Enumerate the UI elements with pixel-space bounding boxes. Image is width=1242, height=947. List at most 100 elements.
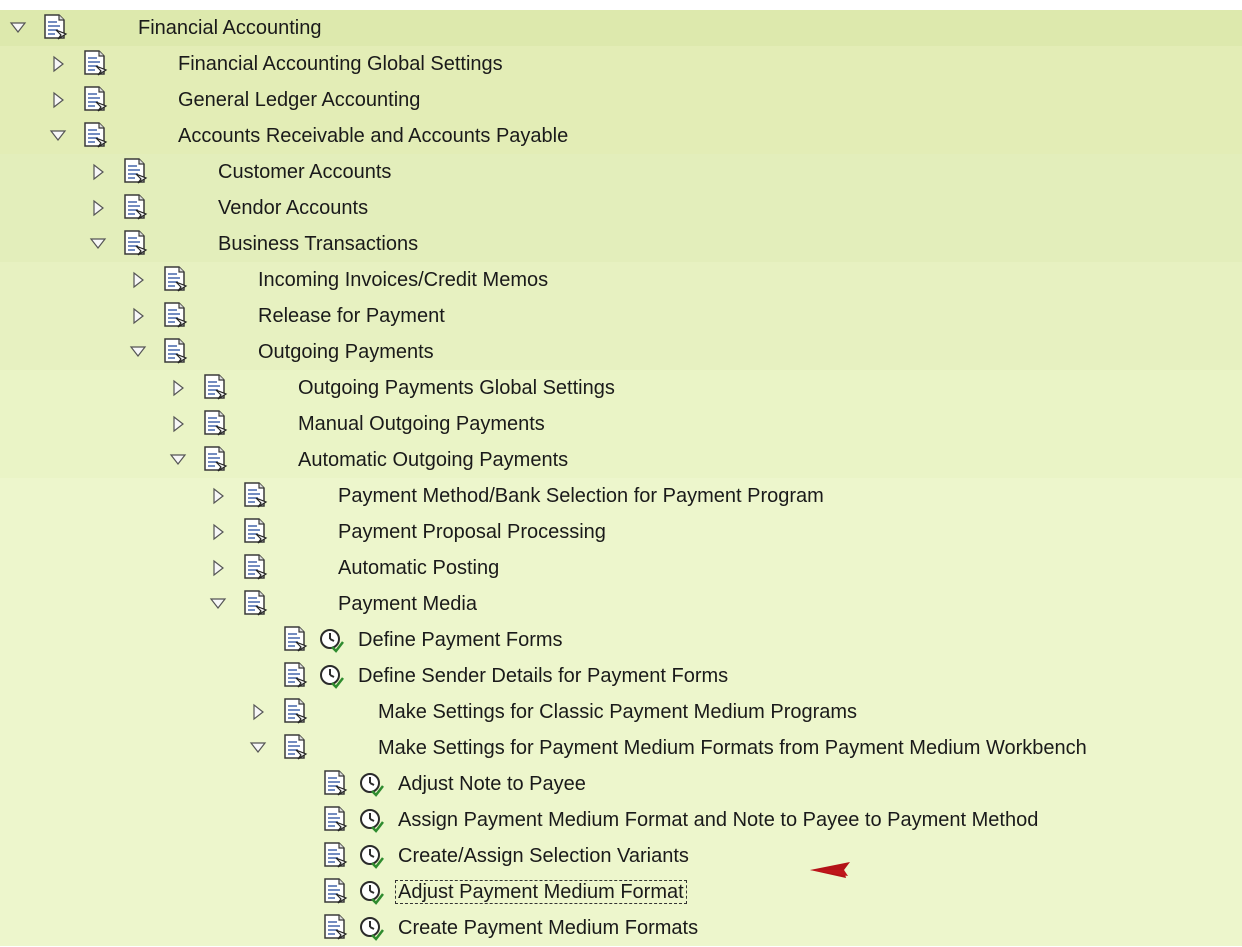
document-icon <box>82 49 112 79</box>
tree-node-label[interactable]: Payment Method/Bank Selection for Paymen… <box>336 485 826 507</box>
tree-node-label[interactable]: Manual Outgoing Payments <box>296 413 547 435</box>
tree-node-label[interactable]: Accounts Receivable and Accounts Payable <box>176 125 570 147</box>
tree-row: Outgoing Payments Global Settings <box>0 370 1242 406</box>
document-icon <box>82 121 112 151</box>
collapse-triangle-icon[interactable] <box>168 378 188 398</box>
collapse-triangle-icon[interactable] <box>48 54 68 74</box>
document-icon[interactable] <box>322 913 352 943</box>
execute-clock-icon[interactable] <box>358 807 384 833</box>
tree-node-label[interactable]: Outgoing Payments <box>256 341 436 363</box>
document-icon <box>202 373 232 403</box>
tree-row: Financial Accounting Global Settings <box>0 46 1242 82</box>
document-icon <box>242 589 272 619</box>
tree-row: Create/Assign Selection Variants <box>0 838 1242 874</box>
tree-row: Define Payment Forms <box>0 622 1242 658</box>
collapse-triangle-icon[interactable] <box>128 306 148 326</box>
collapse-triangle-icon[interactable] <box>208 522 228 542</box>
tree-node-label[interactable]: Financial Accounting Global Settings <box>176 53 505 75</box>
tree-row: Vendor Accounts <box>0 190 1242 226</box>
img-tree: Financial Accounting Financial Accounting… <box>0 10 1242 946</box>
activity-label[interactable]: Assign Payment Medium Format and Note to… <box>396 809 1040 831</box>
collapse-triangle-icon[interactable] <box>88 162 108 182</box>
document-icon <box>122 229 152 259</box>
document-icon <box>122 193 152 223</box>
document-icon <box>122 157 152 187</box>
collapse-triangle-icon[interactable] <box>248 702 268 722</box>
tree-node-label[interactable]: Automatic Outgoing Payments <box>296 449 570 471</box>
tree-node-label[interactable]: Financial Accounting <box>136 17 323 39</box>
activity-label[interactable]: Create Payment Medium Formats <box>396 917 700 939</box>
tree-row: Automatic Posting <box>0 550 1242 586</box>
expand-triangle-icon[interactable] <box>128 342 148 362</box>
tree-row: Customer Accounts <box>0 154 1242 190</box>
tree-row: Make Settings for Classic Payment Medium… <box>0 694 1242 730</box>
activity-label[interactable]: Adjust Note to Payee <box>396 773 588 795</box>
execute-clock-icon[interactable] <box>318 663 344 689</box>
activity-label[interactable]: Create/Assign Selection Variants <box>396 845 691 867</box>
expand-triangle-icon[interactable] <box>8 18 28 38</box>
tree-node-label[interactable]: Make Settings for Payment Medium Formats… <box>376 737 1089 759</box>
tree-row: Financial Accounting <box>0 10 1242 46</box>
document-icon[interactable] <box>282 625 312 655</box>
document-icon <box>162 337 192 367</box>
tree-node-label[interactable]: Vendor Accounts <box>216 197 370 219</box>
tree-row: Payment Media <box>0 586 1242 622</box>
activity-label[interactable]: Define Sender Details for Payment Forms <box>356 665 730 687</box>
document-icon[interactable] <box>282 661 312 691</box>
document-icon[interactable] <box>322 877 352 907</box>
tree-node-label[interactable]: General Ledger Accounting <box>176 89 422 111</box>
document-icon[interactable] <box>322 805 352 835</box>
tree-row: Payment Method/Bank Selection for Paymen… <box>0 478 1242 514</box>
tree-node-label[interactable]: Customer Accounts <box>216 161 393 183</box>
collapse-triangle-icon[interactable] <box>128 270 148 290</box>
tree-row: General Ledger Accounting <box>0 82 1242 118</box>
tree-row: Create Payment Medium Formats <box>0 910 1242 946</box>
execute-clock-icon[interactable] <box>358 771 384 797</box>
tree-node-label[interactable]: Incoming Invoices/Credit Memos <box>256 269 550 291</box>
document-icon <box>162 265 192 295</box>
collapse-triangle-icon[interactable] <box>48 90 68 110</box>
document-icon <box>242 517 272 547</box>
tree-row: Manual Outgoing Payments <box>0 406 1242 442</box>
execute-clock-icon[interactable] <box>358 879 384 905</box>
document-icon <box>242 553 272 583</box>
activity-label[interactable]: Define Payment Forms <box>356 629 565 651</box>
document-icon <box>202 409 232 439</box>
collapse-triangle-icon[interactable] <box>168 414 188 434</box>
tree-row: Payment Proposal Processing <box>0 514 1242 550</box>
execute-clock-icon[interactable] <box>318 627 344 653</box>
document-icon <box>242 481 272 511</box>
expand-triangle-icon[interactable] <box>248 738 268 758</box>
document-icon[interactable] <box>322 769 352 799</box>
tree-row: Adjust Note to Payee <box>0 766 1242 802</box>
annotation-arrow <box>810 862 1025 879</box>
collapse-triangle-icon[interactable] <box>208 558 228 578</box>
selected-activity-label[interactable]: Adjust Payment Medium Format <box>395 880 687 904</box>
tree-row: Automatic Outgoing Payments <box>0 442 1242 478</box>
collapse-triangle-icon[interactable] <box>88 198 108 218</box>
document-icon <box>82 85 112 115</box>
expand-triangle-icon[interactable] <box>208 594 228 614</box>
tree-node-label[interactable]: Make Settings for Classic Payment Medium… <box>376 701 859 723</box>
expand-triangle-icon[interactable] <box>88 234 108 254</box>
execute-clock-icon[interactable] <box>358 843 384 869</box>
document-icon[interactable] <box>322 841 352 871</box>
tree-row: Release for Payment <box>0 298 1242 334</box>
tree-row: Accounts Receivable and Accounts Payable <box>0 118 1242 154</box>
tree-row: Assign Payment Medium Format and Note to… <box>0 802 1242 838</box>
tree-node-label[interactable]: Payment Media <box>336 593 479 615</box>
collapse-triangle-icon[interactable] <box>208 486 228 506</box>
tree-node-label[interactable]: Business Transactions <box>216 233 420 255</box>
tree-row: Make Settings for Payment Medium Formats… <box>0 730 1242 766</box>
document-icon <box>282 697 312 727</box>
expand-triangle-icon[interactable] <box>168 450 188 470</box>
document-icon <box>162 301 192 331</box>
tree-node-label[interactable]: Outgoing Payments Global Settings <box>296 377 617 399</box>
tree-node-label[interactable]: Payment Proposal Processing <box>336 521 608 543</box>
tree-row: Business Transactions <box>0 226 1242 262</box>
tree-node-label[interactable]: Automatic Posting <box>336 557 501 579</box>
tree-node-label[interactable]: Release for Payment <box>256 305 447 327</box>
document-icon <box>282 733 312 763</box>
execute-clock-icon[interactable] <box>358 915 384 941</box>
expand-triangle-icon[interactable] <box>48 126 68 146</box>
